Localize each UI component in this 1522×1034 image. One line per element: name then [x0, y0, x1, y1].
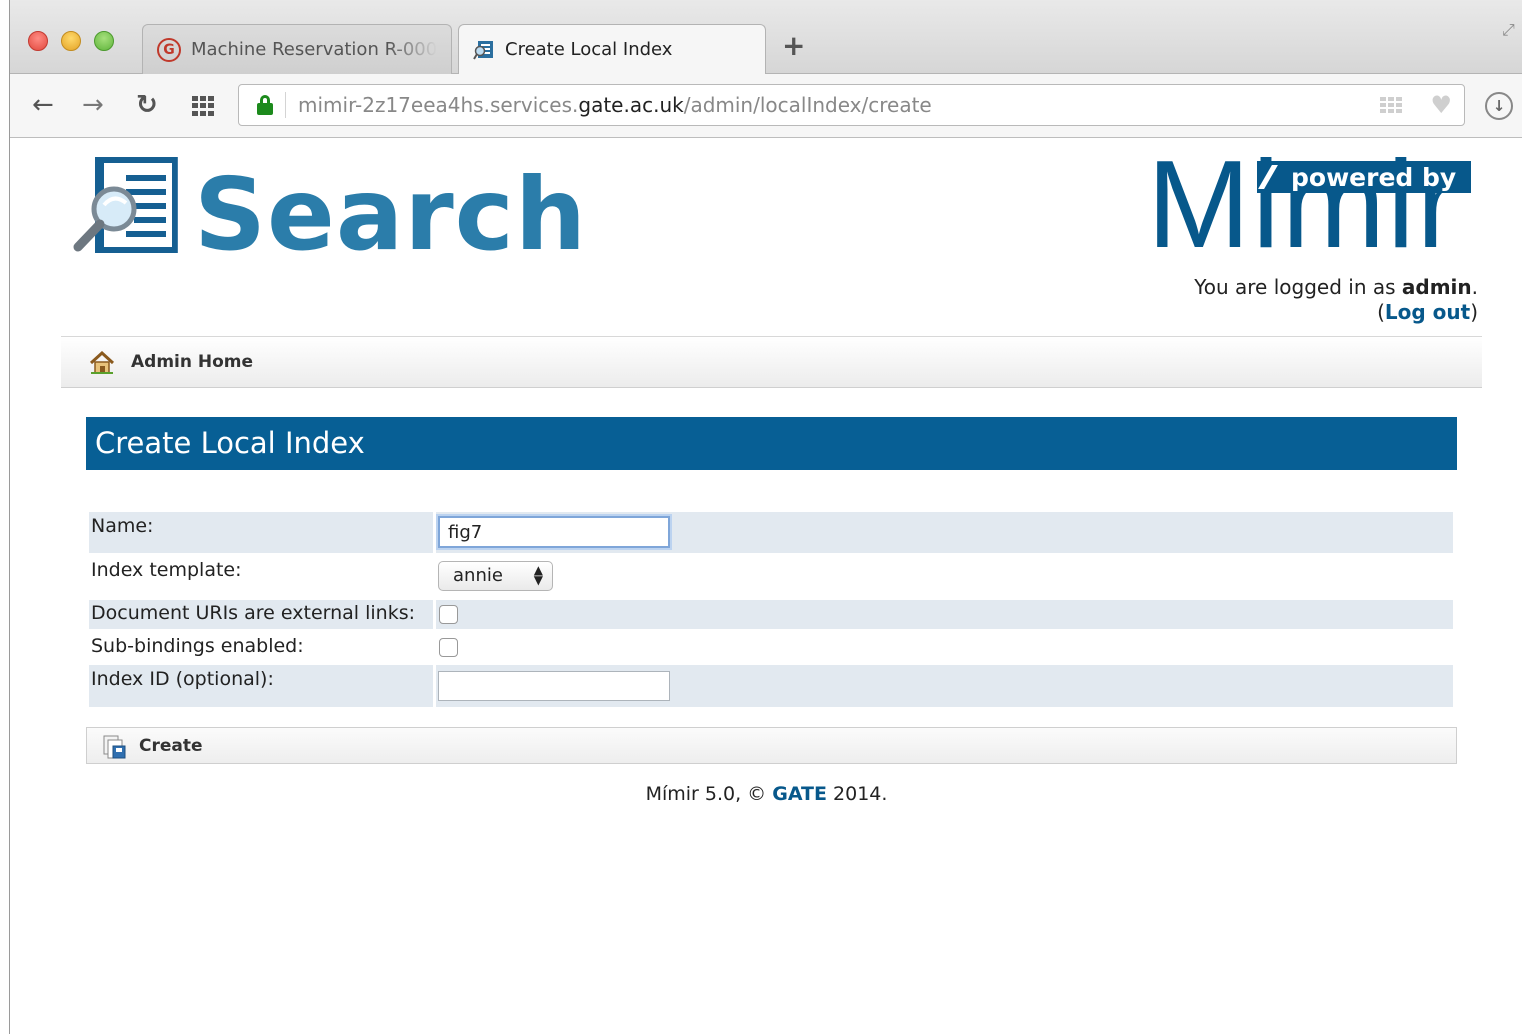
apps-grid-icon[interactable] — [192, 96, 214, 116]
login-status: You are logged in as admin. — [1194, 275, 1478, 299]
create-button[interactable]: Create — [139, 736, 203, 756]
subbindings-checkbox[interactable] — [439, 638, 458, 657]
lock-icon — [257, 95, 273, 115]
tab-label: Machine Reservation R-000 — [191, 39, 438, 60]
extension-icon[interactable] — [1380, 97, 1402, 113]
login-suffix: . — [1471, 275, 1478, 299]
home-icon[interactable] — [89, 351, 115, 375]
tab-label: Create Local Index — [505, 39, 673, 60]
form-row-index-id: Index ID (optional): — [89, 665, 1453, 707]
title-bar: G Machine Reservation R-000 Create Local… — [10, 0, 1522, 75]
form-row-name: Name: fig7 — [89, 512, 1453, 553]
admin-home-link[interactable]: Admin Home — [131, 352, 253, 372]
footer-prefix: Mímir 5.0, © — [645, 783, 773, 805]
url-path: /admin/localIndex/create — [683, 93, 932, 117]
tab-create-local-index[interactable]: Create Local Index — [458, 24, 766, 75]
template-label: Index template: — [91, 559, 242, 581]
logout-paren-open: ( — [1377, 300, 1385, 324]
url-prefix: mimir-2z17eea4hs.services. — [298, 93, 579, 117]
forward-arrow-icon[interactable]: → — [82, 90, 104, 120]
footer-suffix: 2014. — [826, 783, 888, 805]
page-content: Search Mimir powered by You are logged i… — [10, 139, 1522, 1034]
minimize-window-button[interactable] — [61, 31, 81, 51]
search-logo-icon — [73, 157, 178, 253]
create-bar: Create — [86, 727, 1457, 764]
powered-by-badge: powered by — [1257, 161, 1471, 193]
tab-machine-reservation[interactable]: G Machine Reservation R-000 — [142, 24, 452, 74]
index-id-input[interactable] — [438, 671, 670, 701]
gate-link[interactable]: GATE — [772, 783, 827, 805]
mimir-logo: Mimir powered by — [1147, 143, 1477, 267]
index-id-cell — [436, 665, 1453, 707]
template-select-value: annie — [453, 565, 503, 586]
browser-toolbar: ← → ↻ mimir-2z17eea4hs.services. gate.ac.… — [10, 74, 1522, 138]
fullscreen-icon[interactable]: ⤢ — [1502, 20, 1522, 40]
breadcrumb-nav: Admin Home — [61, 336, 1482, 388]
url-domain: gate.ac.uk — [578, 93, 684, 117]
name-input[interactable]: fig7 — [438, 516, 670, 548]
powered-by-text: powered by — [1291, 162, 1457, 192]
form-row-external-links: Document URIs are external links: — [89, 600, 1453, 629]
external-links-label: Document URIs are external links: — [89, 600, 433, 629]
heart-icon[interactable]: ♥ — [1430, 91, 1452, 119]
logout-link[interactable]: Log out — [1385, 300, 1470, 324]
form-row-template: Index template: annie ▲ ▼ — [89, 553, 1453, 600]
index-id-label: Index ID (optional): — [89, 665, 433, 707]
logout-line: (Log out) — [1377, 300, 1478, 324]
zoom-window-button[interactable] — [94, 31, 114, 51]
page-title: Create Local Index — [86, 417, 1457, 470]
external-links-checkbox[interactable] — [439, 605, 458, 624]
form-row-subbindings: Sub-bindings enabled: — [89, 629, 1453, 665]
subbindings-label: Sub-bindings enabled: — [91, 635, 304, 657]
reload-icon[interactable]: ↻ — [136, 90, 158, 120]
gate-icon: G — [157, 37, 181, 62]
close-window-button[interactable] — [28, 31, 48, 51]
logout-paren-close: ) — [1470, 300, 1478, 324]
browser-window: G Machine Reservation R-000 Create Local… — [9, 0, 1522, 1034]
address-bar[interactable]: mimir-2z17eea4hs.services. gate.ac.uk/adm… — [238, 84, 1465, 126]
login-user: admin — [1401, 275, 1472, 299]
download-icon[interactable]: ↓ — [1485, 92, 1513, 120]
search-doc-icon — [473, 40, 493, 60]
create-icon[interactable] — [101, 734, 127, 760]
new-tab-button[interactable]: + — [782, 32, 805, 60]
external-links-cell — [436, 600, 1453, 629]
template-cell: annie ▲ ▼ — [436, 553, 1453, 600]
template-select[interactable]: annie ▲ ▼ — [438, 561, 553, 591]
footer: Mímir 5.0, © GATE 2014. — [10, 783, 1522, 805]
name-cell: fig7 — [436, 512, 1453, 553]
name-label: Name: — [89, 512, 433, 553]
select-arrows-icon: ▲ ▼ — [533, 563, 543, 587]
subbindings-cell — [436, 629, 1453, 665]
login-prefix: You are logged in as — [1194, 275, 1402, 299]
search-wordmark: Search — [194, 156, 588, 273]
back-arrow-icon[interactable]: ← — [32, 90, 54, 120]
url-divider — [285, 92, 286, 118]
